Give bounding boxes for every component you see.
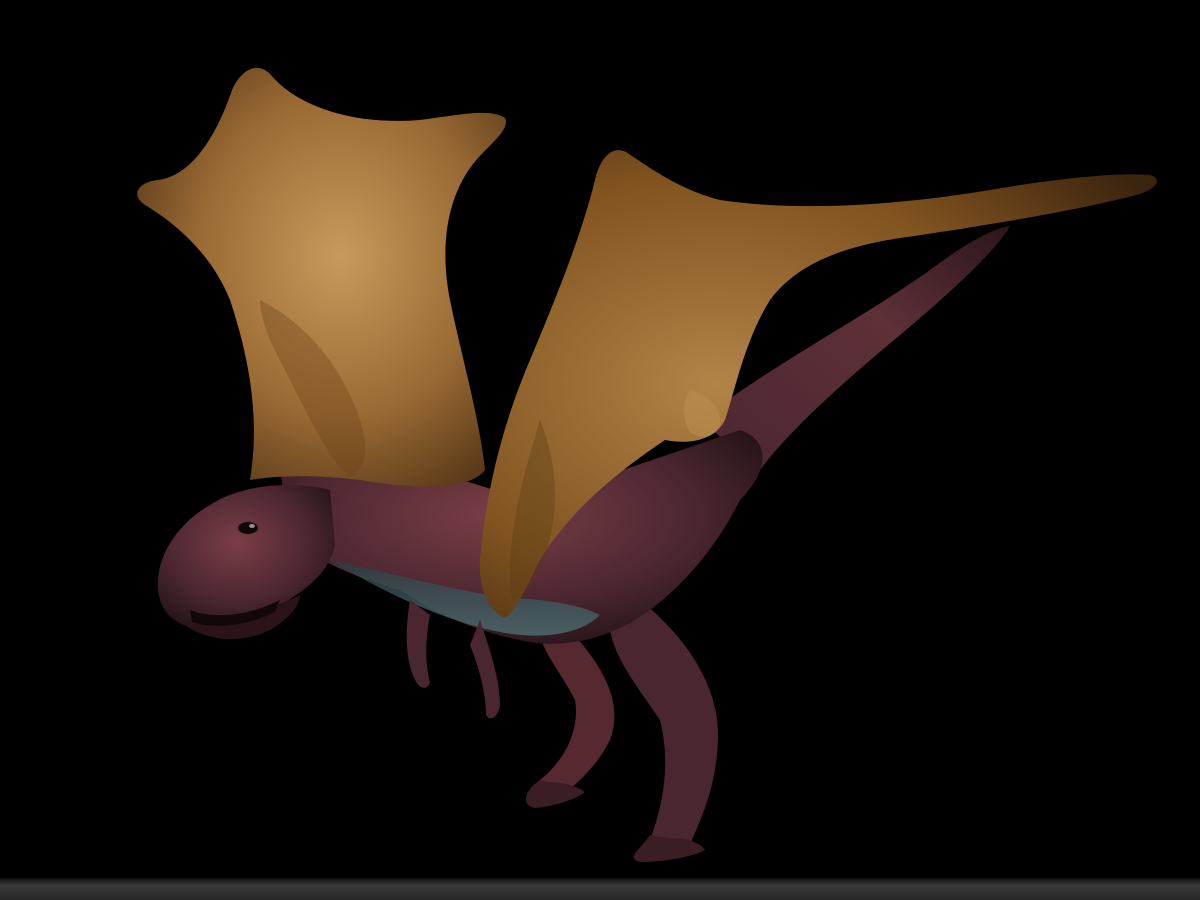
- left-foot: [525, 780, 585, 808]
- right-leg: [610, 600, 719, 848]
- eye-highlight: [249, 524, 255, 528]
- creature-head: [157, 485, 335, 629]
- creature-render: [137, 67, 1157, 862]
- render-viewport: [0, 0, 1200, 900]
- bottom-bar: [0, 878, 1200, 900]
- right-foot: [633, 835, 705, 862]
- left-leg: [538, 620, 615, 800]
- eye-icon: [238, 522, 258, 534]
- right-arm: [470, 620, 500, 719]
- left-arm: [406, 600, 430, 688]
